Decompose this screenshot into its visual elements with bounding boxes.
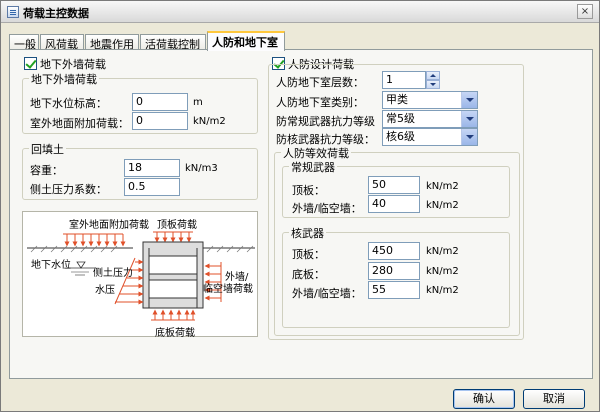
- conv-roof-unit: kN/m2: [426, 181, 459, 192]
- nuke-level-select[interactable]: 核6级: [382, 128, 478, 146]
- chevron-down-icon[interactable]: [461, 129, 477, 145]
- surface-load-label: 室外地面附加荷载：: [30, 117, 129, 130]
- water-level-input[interactable]: 0: [132, 93, 188, 111]
- defense-type-value: 甲类: [386, 93, 408, 106]
- defense-floors-input[interactable]: 1: [382, 71, 426, 89]
- surface-load-unit: kN/m2: [193, 116, 226, 127]
- tab-live-load[interactable]: 活荷载控制: [140, 34, 206, 51]
- nuke-roof-label: 顶板：: [292, 248, 325, 261]
- tab-panel: 地下外墙荷载 地下外墙荷载 地下水位标高： 0 m 室外地面附加荷载： 0 kN…: [9, 49, 593, 379]
- spin-up-icon[interactable]: [426, 71, 440, 80]
- diagram-water-level-label: 地下水位: [31, 260, 71, 271]
- conv-wall-label: 外墙/临空墙：: [292, 202, 362, 215]
- title-bar: 荷载主控数据 ×: [1, 1, 599, 23]
- nuke-floor-label: 底板：: [292, 268, 325, 281]
- conv-level-value: 常5级: [386, 112, 415, 125]
- soil-pressure-coef-input[interactable]: 0.5: [124, 178, 180, 196]
- nuke-floor-input[interactable]: 280: [368, 262, 420, 280]
- defense-floors-spinner[interactable]: [426, 71, 440, 89]
- ext-wall-load-group-label: 地下外墙荷载: [29, 71, 99, 87]
- diagram-bottom-load-label: 底板荷载: [155, 328, 195, 339]
- chevron-down-icon[interactable]: [461, 111, 477, 127]
- diagram-soil-pressure-label: 侧土压力: [93, 268, 133, 279]
- nuclear-weapon-label: 核武器: [289, 225, 326, 241]
- diagram-surface-load-label: 室外地面附加荷载: [69, 220, 149, 231]
- window-title: 荷载主控数据: [23, 7, 89, 20]
- tab-wind[interactable]: 风荷载: [40, 34, 84, 51]
- density-input[interactable]: 18: [124, 159, 180, 177]
- surface-load-input[interactable]: 0: [132, 112, 188, 130]
- diagram-water-pressure-label: 水压: [95, 285, 115, 296]
- conv-wall-input[interactable]: 40: [368, 195, 420, 213]
- tab-seismic[interactable]: 地震作用: [85, 34, 139, 51]
- ext-wall-load-checkbox[interactable]: [24, 57, 37, 70]
- basement-load-diagram: 室外地面附加荷载 顶板荷载 地下水位 侧土压力 水压 外墙/ 临空墙荷载 底板荷…: [22, 211, 258, 339]
- density-unit: kN/m3: [185, 163, 218, 174]
- nuke-floor-unit: kN/m2: [426, 266, 459, 277]
- app-icon: [7, 6, 19, 18]
- nuke-wall-unit: kN/m2: [426, 285, 459, 296]
- conv-level-label: 防常规武器抗力等级: [276, 115, 375, 128]
- nuke-wall-input[interactable]: 55: [368, 281, 420, 299]
- water-level-label: 地下水位标高：: [30, 97, 107, 110]
- conventional-weapon-label: 常规武器: [289, 159, 337, 175]
- soil-pressure-coef-label: 侧土压力系数：: [30, 183, 107, 196]
- cancel-button[interactable]: 取消: [523, 389, 585, 409]
- conv-wall-unit: kN/m2: [426, 200, 459, 211]
- water-level-unit: m: [193, 97, 203, 108]
- nuke-level-value: 核6级: [386, 130, 415, 143]
- nuke-wall-label: 外墙/临空墙：: [292, 287, 362, 300]
- tab-general[interactable]: 一般: [9, 34, 39, 51]
- conv-roof-label: 顶板：: [292, 184, 325, 197]
- nuke-roof-unit: kN/m2: [426, 246, 459, 257]
- conv-level-select[interactable]: 常5级: [382, 110, 478, 128]
- defense-type-label: 人防地下室类别：: [276, 96, 364, 109]
- backfill-group-label: 回填土: [29, 141, 66, 157]
- nuke-roof-input[interactable]: 450: [368, 242, 420, 260]
- diagram-temp-wall-label: 临空墙荷载: [203, 284, 253, 295]
- diagram-roof-load-label: 顶板荷载: [157, 220, 197, 231]
- chevron-down-icon[interactable]: [461, 92, 477, 108]
- tab-civil-defense[interactable]: 人防和地下室: [207, 31, 285, 51]
- ext-wall-load-check-label: 地下外墙荷载: [40, 58, 106, 71]
- close-button[interactable]: ×: [577, 4, 593, 19]
- dialog-window: 荷载主控数据 × 一般 风荷载 地震作用 活荷载控制 人防和地下室 地下外墙荷载…: [0, 0, 600, 412]
- spin-down-icon[interactable]: [426, 80, 440, 89]
- density-label: 容重：: [30, 164, 63, 177]
- conv-roof-input[interactable]: 50: [368, 176, 420, 194]
- defense-floors-label: 人防地下室层数：: [276, 76, 364, 89]
- defense-type-select[interactable]: 甲类: [382, 91, 478, 109]
- ok-button[interactable]: 确认: [453, 389, 515, 409]
